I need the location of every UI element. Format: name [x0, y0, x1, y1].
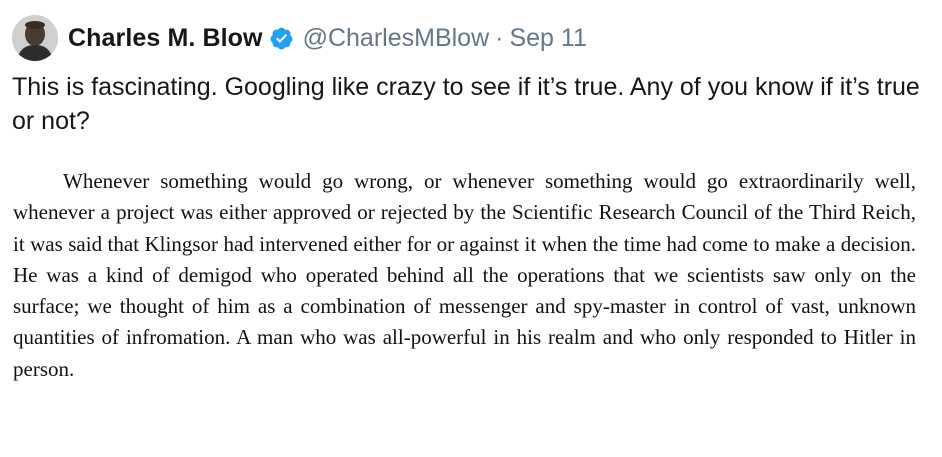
attached-image[interactable]: Whenever something would go wrong, or wh… — [0, 154, 942, 457]
separator-dot: · — [495, 23, 504, 52]
image-passage-text: Whenever something would go wrong, or wh… — [13, 169, 916, 381]
author-name[interactable]: Charles M. Blow — [68, 24, 263, 53]
tweet-date[interactable]: Sep 11 — [509, 24, 586, 53]
verified-badge-icon — [269, 26, 294, 51]
avatar-photo — [12, 15, 58, 61]
tweet-text: This is fascinating. Googling like crazy… — [12, 73, 920, 135]
author-handle[interactable]: @CharlesMBlow — [303, 24, 490, 53]
tweet-header: Charles M. Blow @CharlesMBlow · Sep 11 — [12, 14, 587, 62]
avatar[interactable] — [12, 15, 58, 61]
